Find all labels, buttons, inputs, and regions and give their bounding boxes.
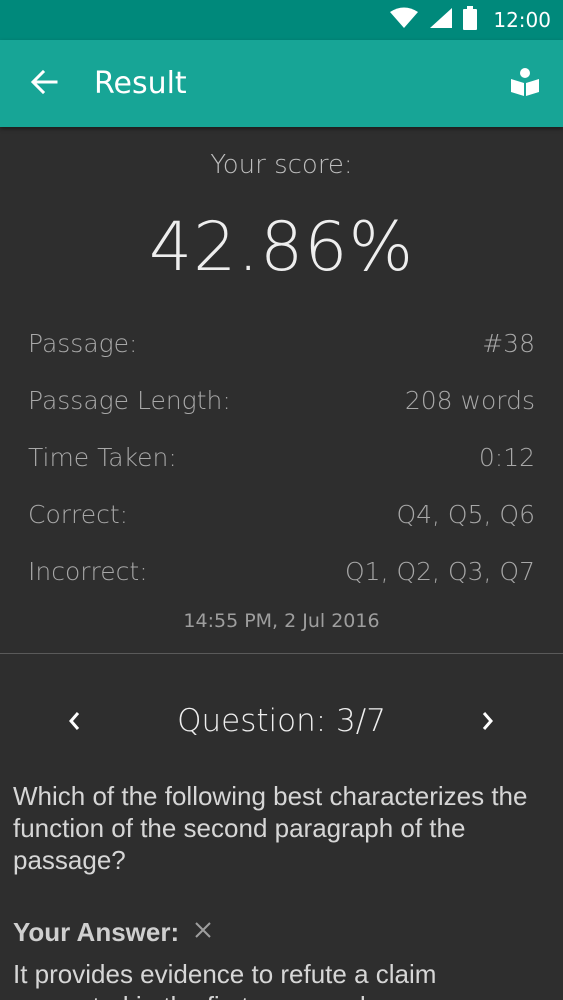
stat-label: Correct:: [28, 499, 129, 529]
divider: [0, 653, 563, 654]
stat-row-passage: Passage: #38: [28, 323, 535, 363]
status-time: 12:00: [493, 8, 551, 32]
stat-value: Q1, Q2, Q3, Q7: [344, 556, 535, 586]
passage-button[interactable]: [503, 62, 547, 106]
stat-value: #38: [482, 328, 535, 358]
arrow-left-icon: [30, 68, 58, 101]
score-label: Your score:: [210, 150, 353, 180]
your-answer-label: Your Answer:: [13, 916, 180, 947]
battery-icon: [463, 5, 478, 35]
wifi-icon: [389, 7, 419, 34]
book-reader-icon: [510, 67, 540, 102]
question-navigation: Question: 3/7: [0, 695, 563, 751]
page-title: Result: [94, 66, 187, 101]
stat-row-incorrect: Incorrect: Q1, Q2, Q3, Q7: [28, 551, 535, 591]
your-answer-header: Your Answer:: [13, 912, 213, 952]
score-value: 42.86%: [148, 208, 415, 287]
stat-label: Time Taken:: [28, 442, 177, 472]
status-bar: 12:00: [0, 0, 563, 40]
next-question-button[interactable]: [464, 699, 512, 747]
stat-value: Q4, Q5, Q6: [396, 499, 535, 529]
stat-value: 0:12: [478, 442, 535, 472]
stat-row-time-taken: Time Taken: 0:12: [28, 437, 535, 477]
question-text: Which of the following best characterize…: [13, 781, 528, 875]
app-bar: Result: [0, 40, 563, 127]
stat-value: 208 words: [404, 385, 535, 415]
close-icon: [193, 920, 213, 945]
status-icons: 12:00: [389, 0, 551, 40]
stat-row-passage-length: Passage Length: 208 words: [28, 380, 535, 420]
signal-icon: [429, 7, 453, 34]
stat-label: Incorrect:: [28, 556, 148, 586]
your-answer-text: It provides evidence to refute a claim p…: [13, 959, 437, 1000]
stat-label: Passage:: [28, 328, 138, 358]
stat-row-correct: Correct: Q4, Q5, Q6: [28, 494, 535, 534]
chevron-right-icon: [480, 710, 496, 737]
stat-label: Passage Length:: [28, 385, 231, 415]
result-timestamp: 14:55 PM, 2 Jul 2016: [183, 610, 380, 632]
back-button[interactable]: [20, 60, 68, 108]
